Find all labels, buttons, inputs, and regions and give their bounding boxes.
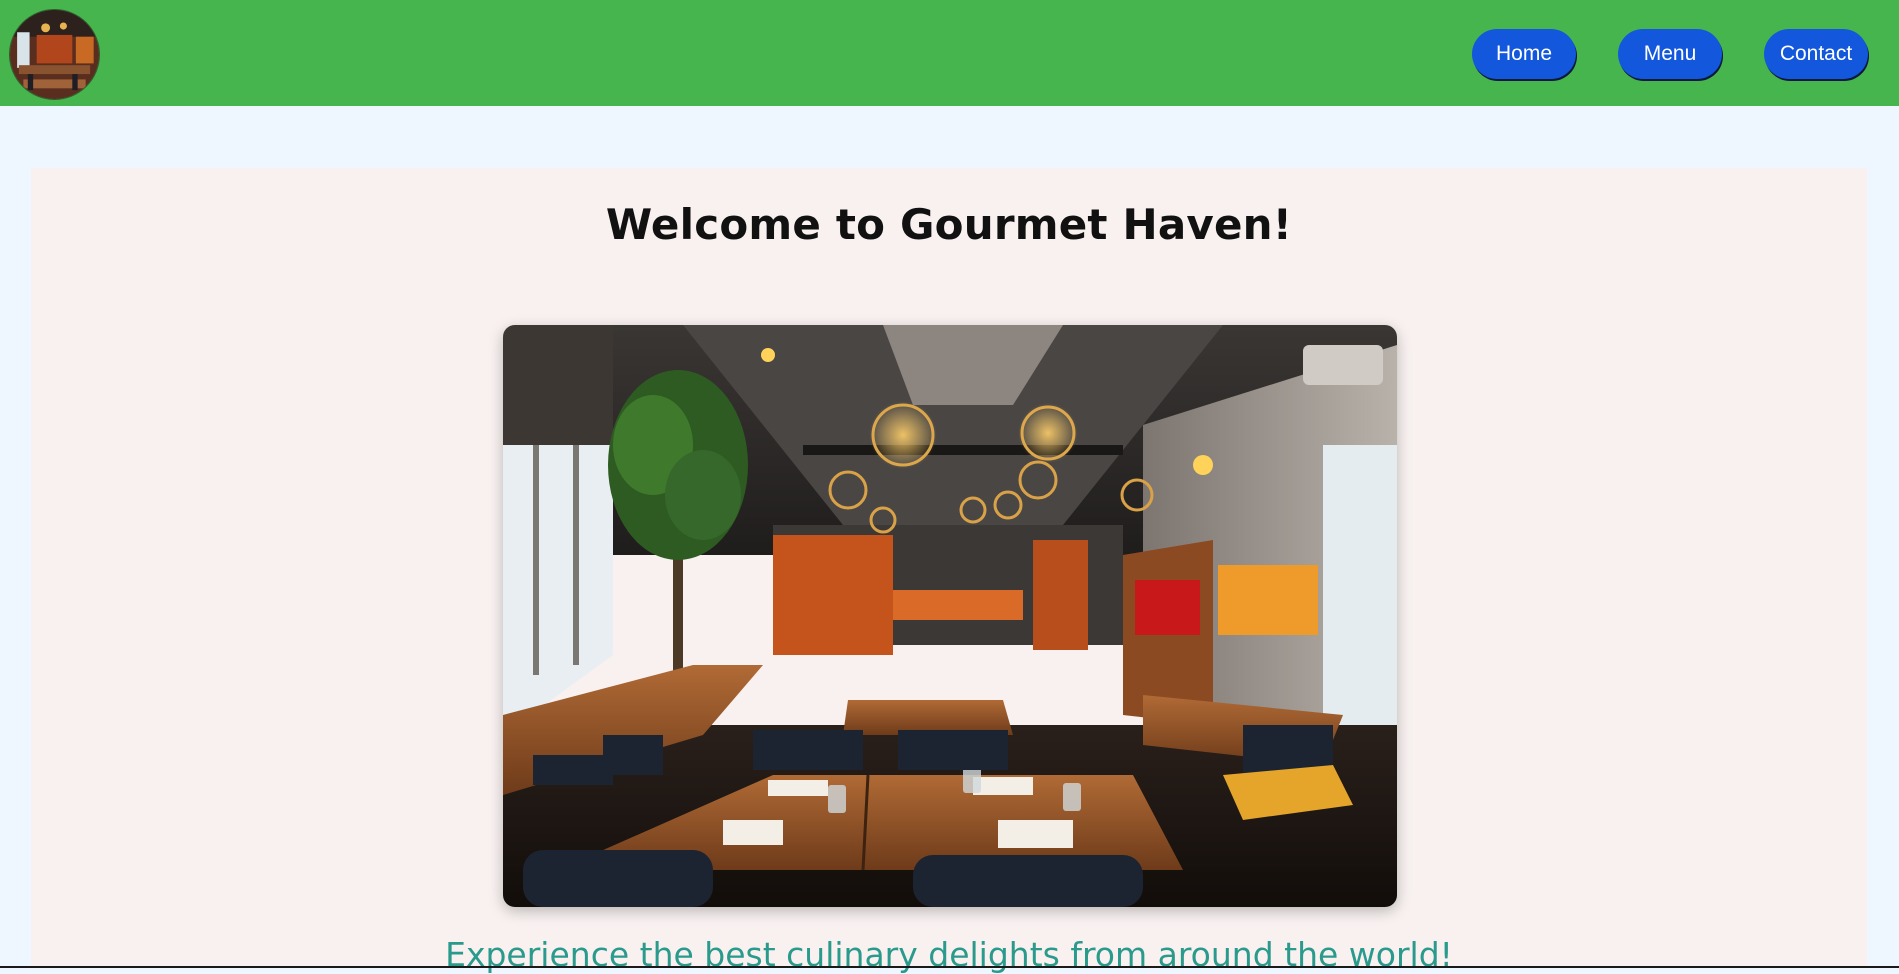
nav-home-button[interactable]: Home bbox=[1472, 29, 1576, 79]
nav-menu-button[interactable]: Menu bbox=[1618, 29, 1722, 79]
restaurant-interior-image bbox=[503, 325, 1397, 907]
page-title: Welcome to Gourmet Haven! bbox=[605, 200, 1293, 249]
nav-contact-button[interactable]: Contact bbox=[1764, 29, 1868, 79]
restaurant-logo-image[interactable] bbox=[9, 9, 100, 100]
navbar: Home Menu Contact bbox=[0, 0, 1899, 106]
tagline: Experience the best culinary delights fr… bbox=[445, 935, 1453, 974]
main-content: Welcome to Gourmet Haven! Experience the… bbox=[31, 168, 1867, 974]
